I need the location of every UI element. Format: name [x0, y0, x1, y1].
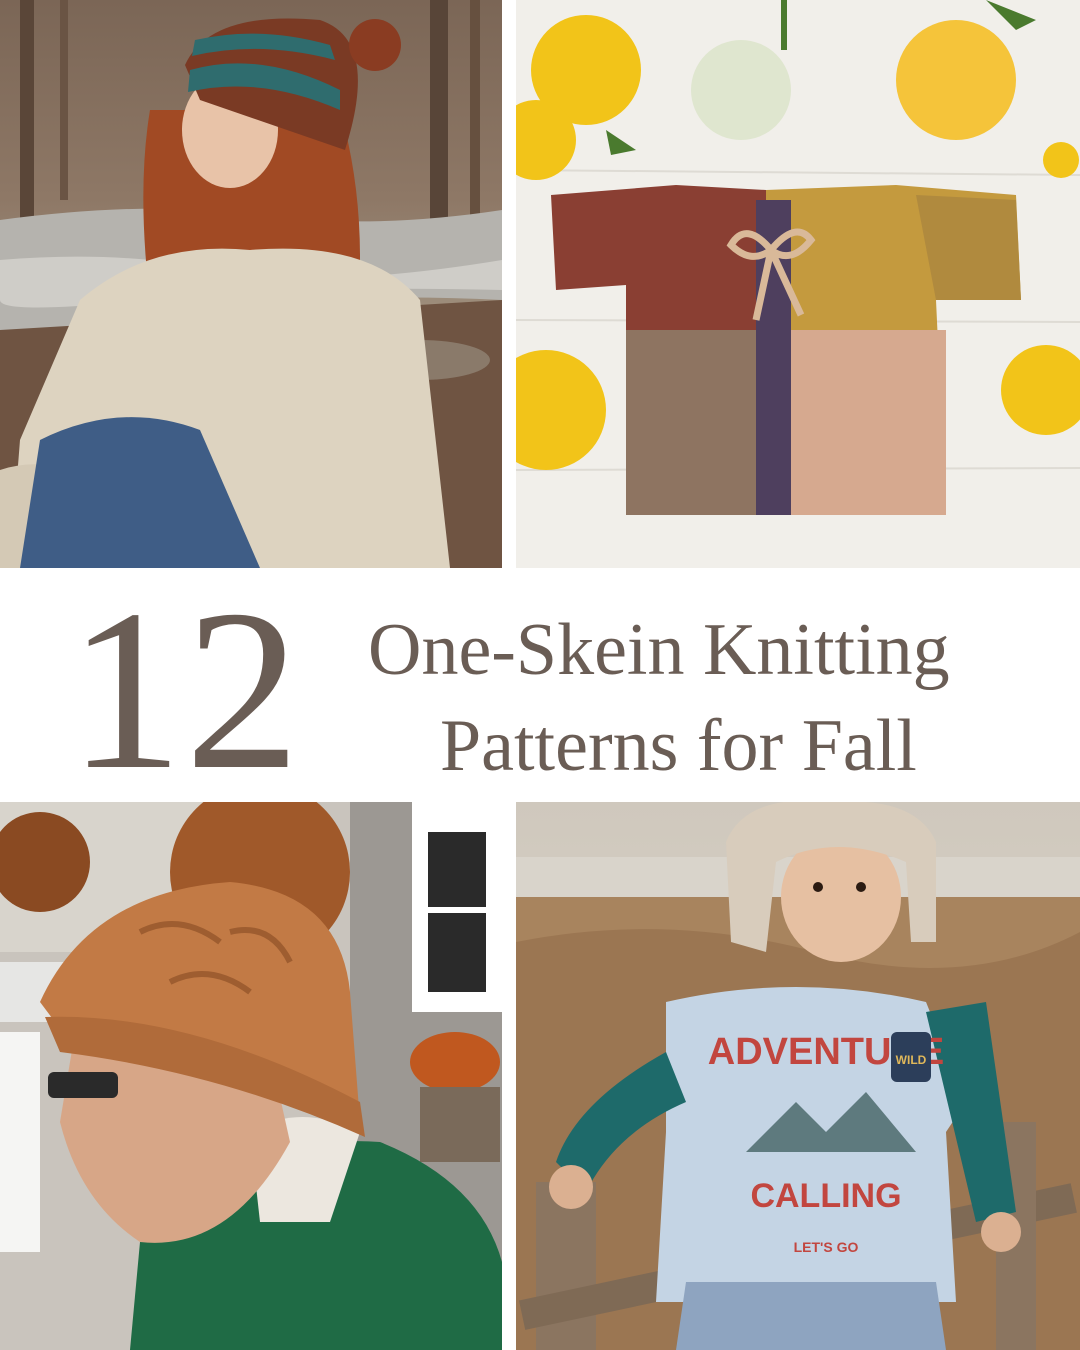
- pattern-count: 12: [68, 562, 302, 817]
- headline-line-1: One-Skein Knitting: [368, 609, 950, 691]
- photo-man-cabled-beanie: [0, 802, 502, 1350]
- photo-baby-cardigan: [516, 0, 1080, 568]
- tee-print-middle: CALLING: [750, 1177, 901, 1215]
- tee-print-badge: WILD: [896, 1053, 927, 1067]
- photo-child-arm-warmers: ADVENTURE WILD CALLING LET'S GO: [516, 802, 1080, 1350]
- photo-woman-slouchy-hat: [0, 0, 502, 568]
- tee-print-small: LET'S GO: [794, 1239, 859, 1255]
- pin-graphic: 12 One-Skein Knitting Patterns for Fall: [0, 0, 1080, 1350]
- headline-line-2: Patterns for Fall: [440, 705, 917, 787]
